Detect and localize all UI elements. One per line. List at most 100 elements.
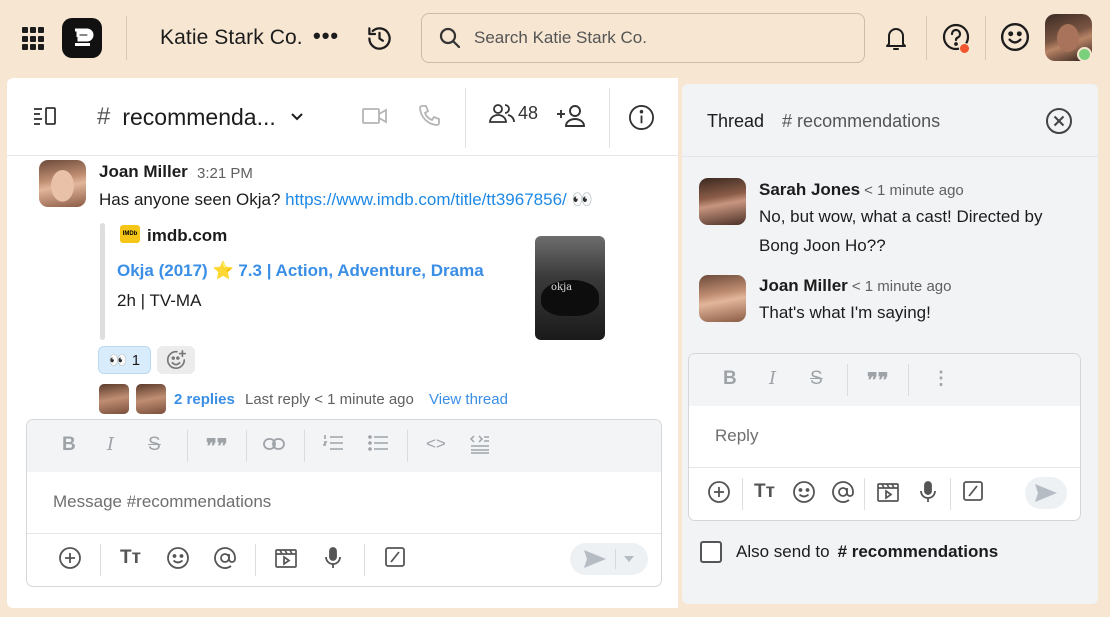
gif-icon[interactable] <box>274 546 298 575</box>
add-reaction-icon <box>166 350 186 369</box>
avatar[interactable] <box>699 178 746 225</box>
slash-command-icon[interactable] <box>384 546 406 573</box>
thread-message-author[interactable]: Joan Miller < 1 minute ago <box>759 276 951 296</box>
gif-icon[interactable] <box>876 480 900 509</box>
formatting-toolbar: B I S ❞❞ ⋮ <box>689 354 1080 406</box>
view-thread-link[interactable]: View thread <box>429 391 508 408</box>
link-preview-bar <box>100 223 105 340</box>
send-icon <box>584 550 606 568</box>
link-preview-image[interactable]: okja <box>535 236 605 340</box>
bold-icon[interactable]: B <box>723 368 737 390</box>
author-name: Sarah Jones <box>759 180 861 199</box>
reaction-pill[interactable]: 👀 1 <box>98 346 151 374</box>
history-icon[interactable] <box>366 25 393 57</box>
emoji-icon[interactable] <box>166 546 190 575</box>
channel-name: recommenda... <box>122 103 276 130</box>
divider <box>187 430 188 462</box>
link-preview-meta: 2h | TV-MA <box>117 291 202 310</box>
divider <box>742 478 743 510</box>
italic-icon[interactable]: I <box>107 434 114 455</box>
send-icon <box>1035 484 1057 502</box>
video-call-icon[interactable] <box>362 106 388 131</box>
last-reply-time: Last reply < 1 minute ago <box>245 391 414 408</box>
bulleted-list-icon[interactable] <box>368 434 388 452</box>
reply-input[interactable] <box>689 406 1080 466</box>
add-member-icon[interactable] <box>556 104 586 133</box>
avatar[interactable] <box>39 160 86 207</box>
divider <box>246 430 247 462</box>
thread-message-author[interactable]: Sarah Jones < 1 minute ago <box>759 180 964 200</box>
also-send-checkbox[interactable] <box>700 541 722 563</box>
also-send-channel: # recommendations <box>837 542 999 561</box>
chevron-down-icon[interactable] <box>624 556 634 562</box>
code-icon[interactable]: <> <box>426 434 446 454</box>
mention-icon[interactable] <box>831 480 855 509</box>
message-emoji: 👀 <box>566 190 593 209</box>
reply-avatar <box>99 384 129 414</box>
thread-message-text: That's what I'm saying! <box>759 303 931 322</box>
link-preview-title[interactable]: Okja (2017) ⭐ 7.3 | Action, Adventure, D… <box>117 261 484 281</box>
message-link[interactable]: https://www.imdb.com/title/tt3967856/ <box>285 190 567 209</box>
send-button[interactable] <box>570 543 648 575</box>
link-icon[interactable] <box>263 437 285 451</box>
message-author[interactable]: Joan Miller <box>99 162 188 182</box>
members-button[interactable]: 48 <box>488 102 538 124</box>
divider <box>126 16 127 60</box>
channel-header: # recommenda... 48 <box>7 78 678 156</box>
channel-title[interactable]: # recommenda... <box>97 103 304 131</box>
search-bar[interactable] <box>421 13 865 63</box>
send-button[interactable] <box>1025 477 1067 509</box>
strikethrough-icon[interactable]: S <box>810 368 823 390</box>
divider <box>847 364 848 396</box>
slash-command-icon[interactable] <box>962 480 984 507</box>
divider <box>364 544 365 576</box>
plus-icon[interactable] <box>707 480 731 509</box>
members-icon <box>489 104 515 123</box>
bold-icon[interactable]: B <box>62 434 76 456</box>
workspace-name[interactable]: Katie Stark Co. <box>160 26 303 50</box>
italic-icon[interactable]: I <box>769 368 776 389</box>
plus-icon[interactable] <box>58 546 82 575</box>
code-block-icon[interactable] <box>470 434 490 454</box>
app-logo[interactable] <box>62 18 102 58</box>
close-icon[interactable] <box>1045 107 1073 140</box>
microphone-icon[interactable] <box>323 546 343 575</box>
channel-hash: # <box>97 103 111 130</box>
apps-grid-icon[interactable] <box>22 27 46 51</box>
thread-channel[interactable]: # recommendations <box>782 111 940 132</box>
microphone-icon[interactable] <box>918 480 938 509</box>
quote-icon[interactable]: ❞❞ <box>206 434 228 459</box>
add-reaction-button[interactable] <box>157 346 195 374</box>
search-input[interactable] <box>474 28 854 48</box>
divider <box>864 478 865 510</box>
text-format-icon[interactable]: Tт <box>754 481 775 503</box>
workspace-more-button[interactable]: ••• <box>313 23 339 49</box>
link-preview-site: imdb.com <box>147 226 228 245</box>
online-status-indicator <box>1077 47 1092 62</box>
message-timestamp: 3:21 PM <box>197 165 253 182</box>
thread-panel: Thread # recommendations Sarah Jones < 1 … <box>682 84 1098 604</box>
composer-toolbar: Tт <box>27 533 661 585</box>
sidebar-toggle-icon[interactable] <box>33 106 57 131</box>
chevron-down-icon <box>291 113 303 121</box>
status-emoji-icon[interactable] <box>1000 22 1030 57</box>
search-icon <box>439 27 461 49</box>
replies-count-link[interactable]: 2 replies <box>174 391 235 408</box>
phone-call-icon[interactable] <box>417 104 441 133</box>
quote-icon[interactable]: ❞❞ <box>867 368 889 393</box>
divider <box>908 364 909 396</box>
more-formatting-icon[interactable]: ⋮ <box>932 368 950 389</box>
mention-icon[interactable] <box>213 546 237 575</box>
divider <box>465 88 466 148</box>
thread-title: Thread <box>707 111 765 131</box>
divider <box>255 544 256 576</box>
avatar[interactable] <box>699 275 746 322</box>
strikethrough-icon[interactable]: S <box>148 434 161 456</box>
text-format-icon[interactable]: Tт <box>120 547 141 569</box>
message-input[interactable] <box>27 472 661 532</box>
also-send-option: Also send to # recommendations <box>700 541 998 563</box>
numbered-list-icon[interactable] <box>323 434 343 452</box>
notifications-bell-icon[interactable] <box>884 24 908 57</box>
emoji-icon[interactable] <box>792 480 816 509</box>
info-icon[interactable] <box>628 104 655 136</box>
